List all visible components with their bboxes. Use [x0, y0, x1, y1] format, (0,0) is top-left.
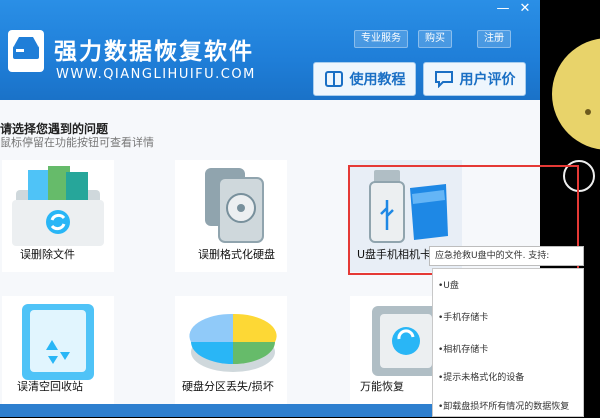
- title-bar: 强力数据恢复软件 WWW.QIANGLIHUIFU.COM 专业服务 购买 注册…: [0, 0, 540, 100]
- close-button[interactable]: ✕: [516, 0, 534, 18]
- feature-phone-card: •手机存储卡: [438, 313, 489, 323]
- tooltip-feature-list: •U盘 •手机存储卡 •相机存储卡 •提示未格式化的设备 •卸载盘损坏所有情况的…: [432, 268, 584, 417]
- book-icon: [324, 71, 343, 87]
- hover-hint: 鼠标停留在功能按钮可查看详情: [0, 136, 154, 149]
- feature-damaged: •卸载盘损坏所有情况的数据恢复: [438, 402, 570, 412]
- card-label-recycle-bin: 误清空回收站: [17, 380, 83, 393]
- recycle-bin-icon: [22, 304, 94, 380]
- feature-usb: •U盘: [438, 281, 459, 291]
- feature-camera-card: •相机存储卡: [438, 345, 489, 355]
- user-review-button[interactable]: 用户评价: [423, 62, 526, 96]
- card-label-format-disk: 误删格式化硬盘: [198, 248, 275, 261]
- partition-pie-icon: [189, 313, 277, 372]
- tooltip-title: 应急抢救U盘中的文件. 支持:: [429, 246, 584, 266]
- menu-pro-service[interactable]: 专业服务: [354, 30, 408, 48]
- review-label: 用户评价: [459, 72, 516, 88]
- feature-unformatted: •提示未格式化的设备: [438, 373, 525, 383]
- tutorial-button[interactable]: 使用教程: [313, 62, 416, 96]
- deleted-files-icon: [12, 166, 104, 246]
- app-website: WWW.QIANGLIHUIFU.COM: [56, 67, 256, 82]
- tutorial-label: 使用教程: [349, 72, 406, 88]
- app-logo-icon: [8, 30, 44, 72]
- card-label-partition: 硬盘分区丢失/损坏: [182, 380, 274, 393]
- menu-buy[interactable]: 购买: [418, 30, 452, 48]
- app-title: 强力数据恢复软件: [54, 39, 254, 65]
- minimize-button[interactable]: —: [494, 0, 512, 18]
- comment-icon: [434, 71, 453, 88]
- format-disk-icon: [205, 168, 264, 243]
- card-label-deleted-files: 误删除文件: [20, 248, 75, 261]
- menu-register[interactable]: 注册: [477, 30, 511, 48]
- card-label-universal: 万能恢复: [360, 380, 404, 393]
